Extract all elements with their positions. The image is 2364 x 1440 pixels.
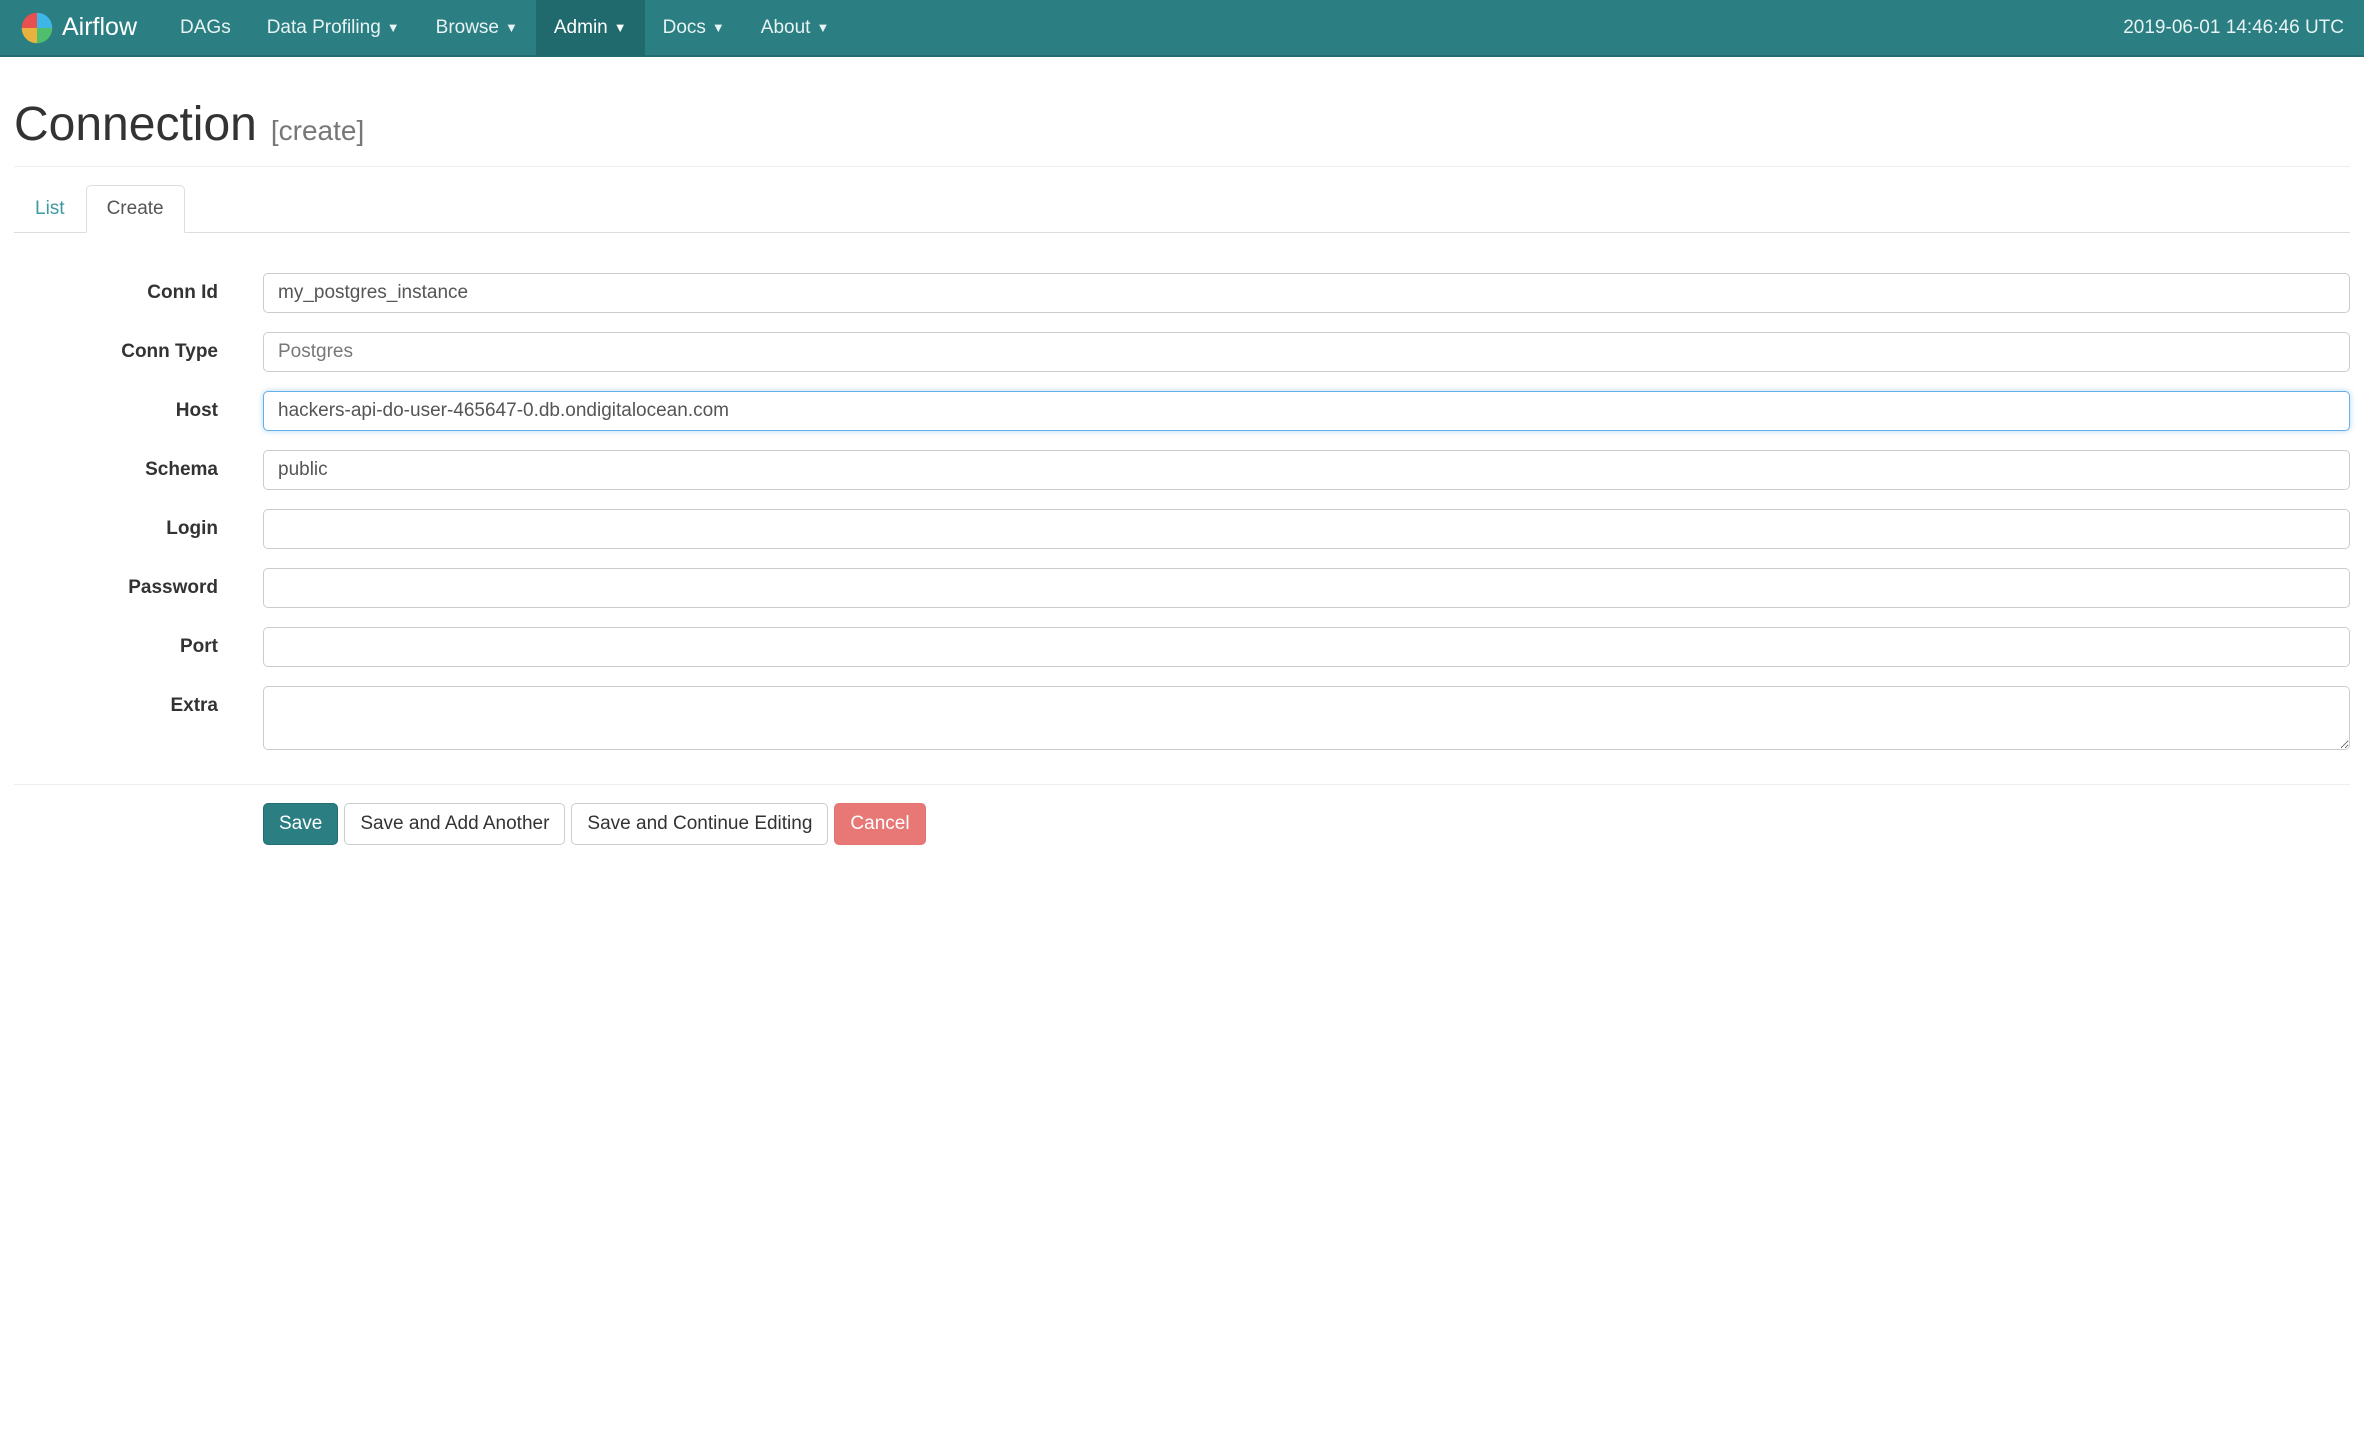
cancel-button[interactable]: Cancel (834, 803, 925, 845)
nav-dags[interactable]: DAGs (162, 0, 249, 56)
page-title: Connection (14, 97, 257, 152)
label-host: Host (14, 391, 263, 422)
navbar-timestamp: 2019-06-01 14:46:46 UTC (2123, 17, 2344, 39)
extra-textarea[interactable] (263, 686, 2350, 750)
nav-item-label: Admin (554, 17, 608, 39)
nav-item-label: About (761, 17, 811, 39)
chevron-down-icon: ▼ (614, 20, 627, 35)
label-password: Password (14, 568, 263, 599)
page-header: Connection [create] (14, 77, 2350, 167)
label-conn-id: Conn Id (14, 273, 263, 304)
row-extra: Extra (14, 686, 2350, 755)
nav-item-label: DAGs (180, 17, 231, 39)
nav-docs[interactable]: Docs ▼ (645, 0, 743, 56)
label-port: Port (14, 627, 263, 658)
tab-create[interactable]: Create (86, 185, 185, 233)
nav-item-label: Docs (663, 17, 706, 39)
label-schema: Schema (14, 450, 263, 481)
navbar-nav: DAGs Data Profiling ▼ Browse ▼ Admin ▼ D… (162, 0, 847, 56)
nav-data-profiling[interactable]: Data Profiling ▼ (249, 0, 418, 56)
label-extra: Extra (14, 686, 263, 717)
row-conn-id: Conn Id (14, 273, 2350, 313)
label-conn-type: Conn Type (14, 332, 263, 363)
tabs: List Create (14, 185, 2350, 233)
conn-id-input[interactable] (263, 273, 2350, 313)
row-login: Login (14, 509, 2350, 549)
chevron-down-icon: ▼ (387, 20, 400, 35)
tab-list[interactable]: List (14, 185, 86, 233)
main-container: Connection [create] List Create Conn Id … (0, 57, 2364, 885)
row-conn-type: Conn Type (14, 332, 2350, 372)
brand-text: Airflow (62, 13, 137, 42)
port-input[interactable] (263, 627, 2350, 667)
chevron-down-icon: ▼ (816, 20, 829, 35)
row-host: Host (14, 391, 2350, 431)
row-password: Password (14, 568, 2350, 608)
navbar: Airflow DAGs Data Profiling ▼ Browse ▼ A… (0, 0, 2364, 57)
row-port: Port (14, 627, 2350, 667)
password-input[interactable] (263, 568, 2350, 608)
login-input[interactable] (263, 509, 2350, 549)
chevron-down-icon: ▼ (712, 20, 725, 35)
nav-item-label: Data Profiling (267, 17, 381, 39)
page-subtitle: [create] (271, 115, 364, 147)
chevron-down-icon: ▼ (505, 20, 518, 35)
nav-item-label: Browse (436, 17, 499, 39)
nav-about[interactable]: About ▼ (743, 0, 848, 56)
connection-form: Conn Id Conn Type Host Schema Login (14, 233, 2350, 784)
form-actions: Save Save and Add Another Save and Conti… (14, 784, 2350, 845)
save-button[interactable]: Save (263, 803, 338, 845)
airflow-logo-icon (20, 11, 54, 45)
brand[interactable]: Airflow (20, 11, 162, 45)
nav-browse[interactable]: Browse ▼ (418, 0, 536, 56)
row-schema: Schema (14, 450, 2350, 490)
save-add-another-button[interactable]: Save and Add Another (344, 803, 565, 845)
save-continue-editing-button[interactable]: Save and Continue Editing (571, 803, 828, 845)
host-input[interactable] (263, 391, 2350, 431)
nav-admin[interactable]: Admin ▼ (536, 0, 645, 56)
label-login: Login (14, 509, 263, 540)
schema-input[interactable] (263, 450, 2350, 490)
conn-type-select[interactable] (263, 332, 2350, 372)
